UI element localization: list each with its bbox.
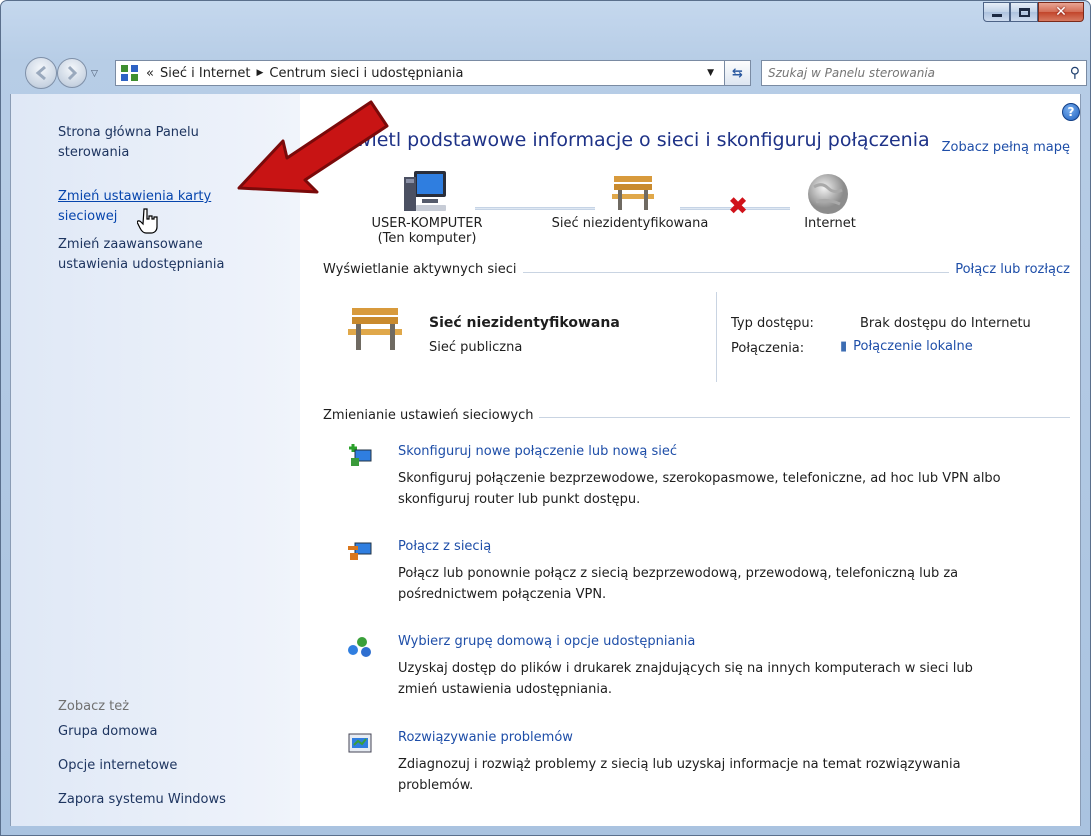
link-line: sieciowej	[58, 209, 118, 224]
computer-icon[interactable]	[400, 169, 450, 219]
description-line: pośrednictwem połączenia VPN.	[398, 587, 607, 602]
main-pane: ? świetl podstawowe informacje o sieci i…	[300, 94, 1081, 828]
address-bar[interactable]: « Sieć i Internet ▶ Centrum sieci i udos…	[115, 60, 725, 86]
search-icon[interactable]: ⚲	[1070, 65, 1080, 81]
description-line: skonfiguruj router lub punkt dostępu.	[398, 492, 641, 507]
local-connection-label: Połączenie lokalne	[853, 339, 973, 354]
description-line: Uzyskaj dostęp do plików i drukarek znaj…	[398, 661, 973, 676]
connection-line	[475, 207, 595, 210]
navigation-bar: ▽ « Sieć i Internet ▶ Centrum sieci i ud…	[5, 53, 1087, 93]
breadcrumb-network-internet[interactable]: Sieć i Internet	[160, 66, 251, 81]
control-panel-home-link[interactable]: Strona główna Panelu sterowania	[58, 123, 199, 163]
public-network-bench-icon	[348, 304, 404, 358]
computer-sublabel: (Ten komputer)	[377, 231, 477, 246]
minimize-icon	[991, 13, 1002, 17]
network-label: Sieć niezidentyfikowana	[551, 216, 709, 231]
network-adapter-icon: ▮	[840, 339, 848, 354]
back-arrow-icon	[35, 65, 46, 81]
connect-disconnect-link[interactable]: Połącz lub rozłącz	[949, 262, 1070, 277]
caption-buttons: ✕	[983, 2, 1084, 22]
see-also-heading: Zobacz też	[58, 699, 130, 714]
task-description: Połącz lub ponownie połącz z siecią bezp…	[398, 563, 1078, 605]
description-line: Skonfiguruj połączenie bezprzewodowe, sz…	[398, 471, 1001, 486]
maximize-button[interactable]	[1010, 2, 1038, 22]
task-description: Skonfiguruj połączenie bezprzewodowe, sz…	[398, 468, 1078, 510]
description-line: problemów.	[398, 778, 474, 793]
search-box[interactable]: ⚲	[761, 60, 1087, 86]
setup-new-connection-link[interactable]: Skonfiguruj nowe połączenie lub nową sie…	[398, 444, 677, 459]
help-button[interactable]: ?	[1062, 103, 1080, 121]
active-network-type[interactable]: Sieć publiczna	[429, 340, 522, 355]
window: ✕ ▽ « Sieć i Internet ▶ Centrum sieci i …	[0, 0, 1091, 836]
link-line: Zmień ustawienia karty	[58, 189, 212, 204]
control-panel-icon	[120, 64, 140, 82]
address-dropdown-icon[interactable]: ▼	[707, 68, 714, 78]
help-icon: ?	[1067, 105, 1075, 119]
connections-label: Połączenia:	[731, 341, 805, 356]
close-button[interactable]: ✕	[1038, 2, 1084, 22]
hand-cursor-icon	[137, 208, 158, 234]
see-full-map-link[interactable]: Zobacz pełną mapę	[942, 140, 1070, 155]
task-description: Uzyskaj dostęp do plików i drukarek znaj…	[398, 658, 1078, 700]
change-adapter-settings-link[interactable]: Zmień ustawienia karty sieciowej	[58, 187, 211, 227]
vertical-divider	[716, 292, 717, 382]
breadcrumb-network-center[interactable]: Centrum sieci i udostępniania	[269, 66, 463, 81]
minimize-button[interactable]	[983, 2, 1010, 22]
troubleshoot-link[interactable]: Rozwiązywanie problemów	[398, 730, 573, 745]
search-input[interactable]	[768, 66, 1048, 80]
title-bar: ✕	[1, 1, 1090, 53]
task-description: Zdiagnozuj i rozwiąż problemy z siecią l…	[398, 754, 1078, 796]
description-line: zmień ustawienia udostępniania.	[398, 682, 613, 697]
homegroup-icon	[347, 635, 373, 659]
forward-arrow-icon	[67, 65, 78, 81]
local-connection-link[interactable]: ▮ Połączenie lokalne	[840, 339, 973, 354]
homegroup-sharing-link[interactable]: Wybierz grupę domową i opcje udostępnian…	[398, 634, 695, 649]
link-line: Zmień zaawansowane	[58, 237, 203, 252]
connect-to-network-link[interactable]: Połącz z siecią	[398, 539, 491, 554]
page-title: świetl podstawowe informacje o sieci i s…	[346, 129, 930, 151]
description-line: Połącz lub ponownie połącz z siecią bezp…	[398, 566, 959, 581]
link-line: ustawienia udostępniania	[58, 257, 225, 272]
access-type-label: Typ dostępu:	[731, 316, 814, 331]
maximize-icon	[1018, 7, 1030, 17]
windows-firewall-link[interactable]: Zapora systemu Windows	[58, 790, 226, 810]
new-connection-icon	[347, 444, 373, 468]
troubleshoot-icon	[347, 731, 373, 755]
forward-button[interactable]	[57, 58, 87, 88]
breadcrumb-separator-icon[interactable]: ▶	[256, 68, 263, 78]
link-line: sterowania	[58, 145, 130, 160]
link-line: Strona główna Panelu	[58, 125, 199, 140]
internet-options-link[interactable]: Opcje internetowe	[58, 756, 177, 776]
breadcrumb-overflow[interactable]: «	[146, 66, 154, 81]
description-line: Zdiagnozuj i rozwiąż problemy z siecią l…	[398, 757, 961, 772]
window-bottom-border	[1, 826, 1090, 835]
annotation-arrow-icon	[237, 100, 389, 194]
active-network-name: Sieć niezidentyfikowana	[429, 315, 620, 331]
active-networks-heading: Wyświetlanie aktywnych sieci	[323, 262, 523, 277]
network-bench-icon[interactable]	[610, 172, 656, 216]
internet-globe-icon[interactable]	[806, 172, 852, 220]
no-connection-icon: ✖	[728, 192, 749, 220]
refresh-button[interactable]: ⇆	[725, 60, 751, 86]
homegroup-link[interactable]: Grupa domowa	[58, 722, 157, 742]
connect-to-network-icon	[347, 538, 373, 562]
internet-label: Internet	[804, 216, 856, 231]
back-button[interactable]	[25, 57, 57, 89]
access-type-value: Brak dostępu do Internetu	[860, 316, 1031, 331]
change-settings-heading: Zmienianie ustawień sieciowych	[323, 408, 540, 423]
close-icon: ✕	[1055, 4, 1067, 20]
advanced-sharing-settings-link[interactable]: Zmień zaawansowane ustawienia udostępnia…	[58, 235, 224, 275]
recent-pages-dropdown-icon[interactable]: ▽	[91, 69, 98, 79]
refresh-icon: ⇆	[732, 65, 743, 81]
